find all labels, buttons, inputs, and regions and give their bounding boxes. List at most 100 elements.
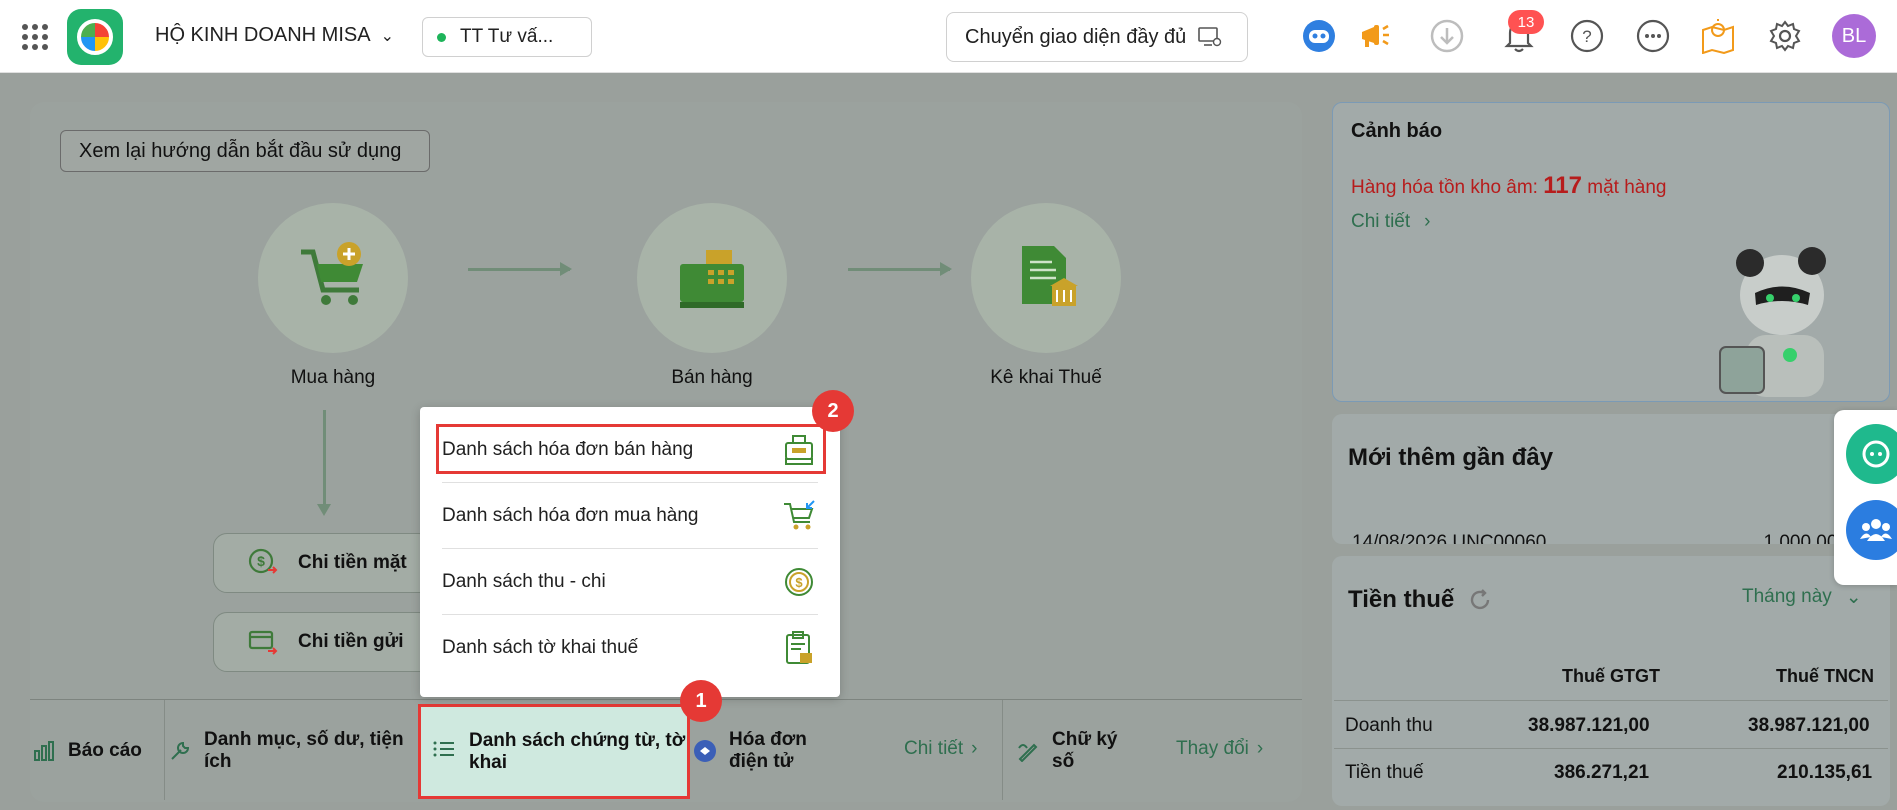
tax-row-vat: 386.271,21 <box>1554 762 1650 783</box>
cash-payment-button[interactable]: $ Chi tiền mặt <box>213 533 433 593</box>
step-purchase-label: Mua hàng <box>290 367 376 388</box>
tab-reports-label: Báo cáo <box>68 739 142 761</box>
bank-payment-label: Chi tiền gửi <box>298 631 404 652</box>
menu-item-label: Danh sách hóa đơn mua hàng <box>442 504 699 526</box>
bar-chart-icon <box>32 739 56 763</box>
recent-row[interactable]: 14/08/2026 UNC00060 1.000.000 <box>1352 530 1872 544</box>
branch-selector[interactable]: TT Tư vấ... <box>422 17 592 57</box>
warning-title: Cảnh báo <box>1351 120 1443 142</box>
tab-reports[interactable]: Báo cáo <box>32 699 162 802</box>
monitor-settings-icon <box>1198 27 1222 47</box>
chevron-right-icon: › <box>1424 211 1431 232</box>
einvoice-details-link[interactable]: Chi tiết › <box>904 738 977 760</box>
cash-payment-icon: $ <box>248 548 278 578</box>
tab-catalog[interactable]: Danh mục, số dư, tiện ích <box>168 699 408 802</box>
tax-form-icon <box>780 629 818 667</box>
top-bar: HỘ KINH DOANH MISA ⌄ TT Tư vấ... Chuyển … <box>0 0 1897 73</box>
svg-text:$: $ <box>795 575 803 590</box>
community-button[interactable] <box>1846 500 1897 560</box>
warning-text-prefix: Hàng hóa tồn kho âm: <box>1351 177 1538 198</box>
chat-support-button[interactable] <box>1846 424 1897 484</box>
svg-text:$: $ <box>257 553 265 569</box>
signature-icon <box>1016 739 1040 763</box>
menu-item-purchase-invoices[interactable]: Danh sách hóa đơn mua hàng <box>442 483 818 549</box>
warning-message: Hàng hóa tồn kho âm: 117 mặt hàng <box>1351 172 1666 200</box>
help-icon[interactable]: ? <box>1568 17 1606 55</box>
branch-name: TT Tư vấ... <box>460 26 554 47</box>
tax-divider <box>1334 700 1888 701</box>
menu-item-tax-declarations[interactable]: Danh sách tờ khai thuế <box>442 615 818 681</box>
tax-divider <box>1334 748 1888 749</box>
tax-row-pit: 38.987.121,00 <box>1748 715 1870 736</box>
status-dot-icon <box>437 32 446 42</box>
company-name: HỘ KINH DOANH MISA <box>155 24 371 46</box>
flow-arrow-1 <box>468 262 572 276</box>
tax-document-icon <box>1022 246 1078 306</box>
recent-row-text: 14/08/2026 UNC00060 <box>1352 532 1547 544</box>
megaphone-icon[interactable] <box>1356 17 1394 55</box>
cash-register-icon <box>680 250 744 308</box>
einvoice-details-label: Chi tiết <box>904 738 964 759</box>
panda-mascot-illustration <box>1719 247 1826 397</box>
list-icon <box>433 740 455 764</box>
tax-row-vat: 38.987.121,00 <box>1528 715 1650 736</box>
tab-documents-label: Danh sách chứng từ, tờ khai <box>469 729 686 773</box>
warning-text-suffix: mặt hàng <box>1587 177 1667 198</box>
tab-catalog-label: Danh mục, số dư, tiện ích <box>204 728 404 772</box>
chevron-right-icon: › <box>971 738 978 759</box>
step-tax-declaration[interactable]: Kê khai Thuế <box>971 203 1121 389</box>
highlight-box-sales-invoices <box>436 424 826 474</box>
switch-interface-label: Chuyển giao diện đầy đủ <box>965 25 1187 48</box>
chevron-down-icon: ⌄ <box>1845 587 1862 608</box>
tab-signature-label: Chữ ký số <box>1052 728 1118 772</box>
tab-einvoice[interactable]: Hóa đơn điện tử <box>693 699 873 802</box>
callout-badge-2: 2 <box>812 390 854 432</box>
tax-col-pit: Thuế TNCN <box>1776 666 1874 686</box>
einvoice-icon <box>693 739 717 763</box>
tax-period-select[interactable]: Tháng này ⌄ <box>1742 586 1862 609</box>
refresh-icon[interactable] <box>1468 588 1492 612</box>
switch-interface-button[interactable]: Chuyển giao diện đầy đủ <box>946 12 1248 62</box>
guide-button[interactable]: Xem lại hướng dẫn bắt đầu sử dụng <box>60 130 430 172</box>
tax-title-group: Tiền thuế <box>1348 586 1492 614</box>
more-icon[interactable] <box>1634 17 1672 55</box>
shopping-cart-icon <box>301 242 363 305</box>
bot-icon[interactable] <box>1300 17 1338 55</box>
bank-payment-button[interactable]: Chi tiền gửi <box>213 612 433 672</box>
menu-item-receipts-payments[interactable]: Danh sách thu - chi $ <box>442 549 818 615</box>
signature-change-link[interactable]: Thay đổi › <box>1176 738 1263 760</box>
tax-col-vat: Thuế GTGT <box>1562 666 1660 686</box>
bank-payment-icon <box>248 627 278 657</box>
company-selector[interactable]: HỘ KINH DOANH MISA ⌄ <box>155 24 394 47</box>
app-logo[interactable] <box>67 9 123 65</box>
tab-digital-signature[interactable]: Chữ ký số <box>1016 699 1156 802</box>
flow-arrow-down <box>317 410 331 516</box>
idea-map-icon[interactable] <box>1699 17 1737 55</box>
menu-item-label: Danh sách thu - chi <box>442 570 606 592</box>
dollar-coin-icon: $ <box>780 563 818 601</box>
chevron-right-icon: › <box>1256 738 1264 759</box>
cash-payment-label: Chi tiền mặt <box>298 552 407 573</box>
download-icon[interactable] <box>1428 17 1466 55</box>
cart-icon <box>780 497 818 535</box>
tab-divider <box>1002 700 1003 800</box>
chevron-down-icon: ⌄ <box>380 27 394 45</box>
tax-title: Tiền thuế <box>1348 586 1455 613</box>
gear-icon[interactable] <box>1766 17 1804 55</box>
tab-einvoice-label: Hóa đơn điện tử <box>729 728 807 772</box>
recent-card <box>1332 414 1890 544</box>
signature-change-label: Thay đổi <box>1176 738 1249 759</box>
tab-divider <box>164 700 165 800</box>
user-avatar[interactable]: BL <box>1832 14 1876 58</box>
tax-row-label: Doanh thu <box>1345 715 1433 736</box>
warning-details-link[interactable]: Chi tiết › <box>1351 211 1430 233</box>
recent-title: Mới thêm gần đây <box>1348 444 1554 471</box>
step-purchase[interactable]: Mua hàng <box>258 203 408 389</box>
tax-row-label: Tiền thuế <box>1345 762 1424 783</box>
app-grid-icon[interactable] <box>22 24 48 50</box>
flow-arrow-2 <box>848 262 952 276</box>
wrench-icon <box>168 739 192 763</box>
step-sales[interactable]: Bán hàng <box>637 203 787 389</box>
tab-documents[interactable]: Danh sách chứng từ, tờ khai <box>418 704 690 799</box>
chat-bot-icon <box>1862 440 1890 468</box>
